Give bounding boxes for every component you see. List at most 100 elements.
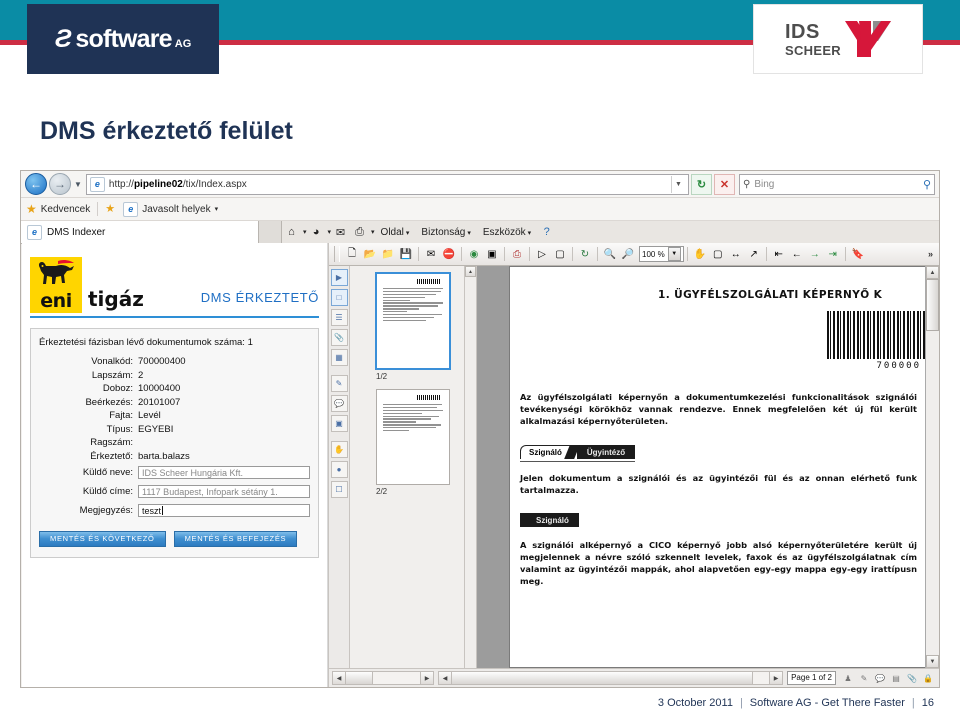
thumbnail-horizontal-scrollbar[interactable]: ◀ ▶ xyxy=(332,671,434,685)
scroll-thumb[interactable] xyxy=(926,279,939,331)
feeds-caret-icon[interactable]: ▾ xyxy=(328,228,332,236)
home-icon[interactable]: ⌂ xyxy=(283,224,300,240)
menu-oldal[interactable]: Oldal ▾ xyxy=(381,227,410,238)
pan-icon[interactable]: ✋ xyxy=(330,441,348,458)
page-thumbnail-1[interactable] xyxy=(375,272,451,370)
open-web-icon[interactable]: 📁 xyxy=(380,246,396,262)
search-icon[interactable]: ◉ xyxy=(466,246,482,262)
crop-icon[interactable]: ☐ xyxy=(330,481,348,498)
fit-width-icon[interactable]: ↔ xyxy=(728,246,744,262)
rotate-icon[interactable]: ↻ xyxy=(577,246,593,262)
new-icon[interactable]: 🗋 xyxy=(344,246,360,262)
pages-icon[interactable]: □ xyxy=(330,289,348,306)
browser-window: ← → ▼ e http://pipeline02/tix/Index.aspx… xyxy=(20,170,940,688)
print-icon[interactable]: ⎙ xyxy=(351,224,368,240)
stop-icon[interactable]: ⛔ xyxy=(441,246,457,262)
layers-icon[interactable]: ▤ xyxy=(890,672,902,684)
signature-icon[interactable]: ✎ xyxy=(858,672,870,684)
toolbar-divider xyxy=(844,247,846,261)
scroll-right-icon[interactable]: ▶ xyxy=(420,672,433,684)
menu-biztonsag[interactable]: Biztonság ▾ xyxy=(421,227,470,238)
feeds-icon[interactable]: ◕ xyxy=(308,224,325,240)
page-thumbnail-2[interactable] xyxy=(376,389,450,485)
signature-icon[interactable]: ✎ xyxy=(330,375,348,392)
comment-icon[interactable]: 💬 xyxy=(874,672,886,684)
thumbnails-icon[interactable]: ▦ xyxy=(330,349,348,366)
sender-address-input[interactable]: 1117 Budapest, Infopark sétány 1. xyxy=(138,484,310,498)
scroll-thumb[interactable] xyxy=(346,672,373,684)
select-icon[interactable]: ▷ xyxy=(534,246,550,262)
toolbar-overflow-icon[interactable]: » xyxy=(928,249,937,259)
scroll-left-icon[interactable]: ◀ xyxy=(439,672,452,684)
snapshot-icon[interactable]: ▢ xyxy=(552,246,568,262)
mail-icon[interactable]: ✉ xyxy=(332,224,349,240)
history-dropdown-icon[interactable]: ▼ xyxy=(74,180,82,189)
forward-button[interactable]: → xyxy=(49,173,71,195)
zoom-in-icon[interactable]: 🔍 xyxy=(602,246,618,262)
document-horizontal-scrollbar[interactable]: ◀ ▶ xyxy=(438,671,784,685)
first-page-icon[interactable]: ⇤ xyxy=(771,246,787,262)
back-button[interactable]: ← xyxy=(25,173,47,195)
save-and-finish-button[interactable]: MENTÉS ÉS BEFEJEZÉS xyxy=(173,530,298,547)
page-thumbnail-label-1: 1/2 xyxy=(376,372,388,381)
stamp-icon[interactable]: ▣ xyxy=(330,415,348,432)
menu-eszkozok[interactable]: Eszközök ▾ xyxy=(483,227,531,238)
suggested-sites-label[interactable]: Javasolt helyek xyxy=(142,204,210,215)
thumbnail-scrollbar[interactable]: ▲ xyxy=(464,266,476,668)
comment-icon[interactable]: 💬 xyxy=(330,395,348,412)
document-vertical-scrollbar[interactable]: ▲ ▼ xyxy=(925,266,939,668)
scroll-left-icon[interactable]: ◀ xyxy=(333,672,346,684)
print-caret-icon[interactable]: ▾ xyxy=(371,228,375,236)
hand-icon[interactable]: ✋ xyxy=(692,246,708,262)
save-icon[interactable]: 💾 xyxy=(398,246,414,262)
suggested-sites-caret-icon[interactable]: ▾ xyxy=(215,205,219,213)
email-icon[interactable]: ✉ xyxy=(423,246,439,262)
highlight-icon[interactable]: ● xyxy=(330,461,348,478)
software-ag-mark-icon: Ƨ xyxy=(54,24,72,53)
help-icon[interactable]: ? xyxy=(538,224,555,240)
attach-icon[interactable]: 📎 xyxy=(906,672,918,684)
open-icon[interactable]: 📂 xyxy=(362,246,378,262)
page-indicator[interactable]: Page 1 of 2 xyxy=(787,671,836,685)
scroll-thumb[interactable] xyxy=(452,672,753,684)
field-row-erkezteto: Érkeztető: barta.balazs xyxy=(39,451,310,462)
document-tab-group-1: Szignáló Ügyintéző xyxy=(520,445,636,462)
print-icon[interactable]: ⎙ xyxy=(509,246,525,262)
bookmark-icon[interactable]: 🔖 xyxy=(850,246,866,262)
next-page-icon[interactable]: → xyxy=(807,246,823,262)
tab-dms-indexer[interactable]: e DMS Indexer xyxy=(21,221,259,243)
lock-icon[interactable]: 🔒 xyxy=(922,672,934,684)
address-bar[interactable]: e http://pipeline02/tix/Index.aspx ▼ xyxy=(85,173,689,195)
refresh-button[interactable]: ↻ xyxy=(691,173,712,195)
person-icon[interactable]: ♟ xyxy=(842,672,854,684)
toolbar-grip[interactable] xyxy=(334,246,340,262)
home-caret-icon[interactable]: ▾ xyxy=(303,228,307,236)
forward-arrow-icon: → xyxy=(54,177,66,191)
stop-button[interactable]: ✕ xyxy=(714,173,735,195)
add-favorite-icon[interactable]: ★ xyxy=(105,202,119,216)
search-go-icon[interactable]: ⚲ xyxy=(923,178,931,191)
find-icon[interactable]: ▣ xyxy=(484,246,500,262)
search-box[interactable]: ⚲ Bing ⚲ xyxy=(739,173,935,195)
address-dropdown-icon[interactable]: ▼ xyxy=(671,175,685,193)
zoom-out-icon[interactable]: 🔎 xyxy=(620,246,636,262)
comment-input[interactable]: teszt xyxy=(138,503,310,517)
last-page-icon[interactable]: ⇥ xyxy=(825,246,841,262)
prev-page-icon[interactable]: ← xyxy=(789,246,805,262)
attachments-icon[interactable]: 📎 xyxy=(330,329,348,346)
zoom-dropdown-icon[interactable]: ▼ xyxy=(667,247,681,261)
sender-name-input[interactable]: IDS Scheer Hungária Kft. xyxy=(138,465,310,479)
new-tab-button[interactable] xyxy=(259,221,282,243)
zoom-level-select[interactable]: 100 % ▼ xyxy=(639,246,684,262)
favorites-divider xyxy=(97,202,99,216)
bookmarks-icon[interactable]: ▶ xyxy=(330,269,348,286)
fit-page-icon[interactable]: ▢ xyxy=(710,246,726,262)
scroll-down-icon[interactable]: ▼ xyxy=(926,655,939,668)
layers-icon[interactable]: ☰ xyxy=(330,309,348,326)
scroll-right-icon[interactable]: ▶ xyxy=(769,672,783,684)
thumbnail-scroll-up-icon[interactable]: ▲ xyxy=(465,266,476,277)
export-icon[interactable]: ↗ xyxy=(746,246,762,262)
favorites-label[interactable]: Kedvencek xyxy=(41,204,90,215)
save-and-next-button[interactable]: MENTÉS ÉS KÖVETKEZŐ xyxy=(39,530,166,547)
scroll-up-icon[interactable]: ▲ xyxy=(926,266,939,279)
